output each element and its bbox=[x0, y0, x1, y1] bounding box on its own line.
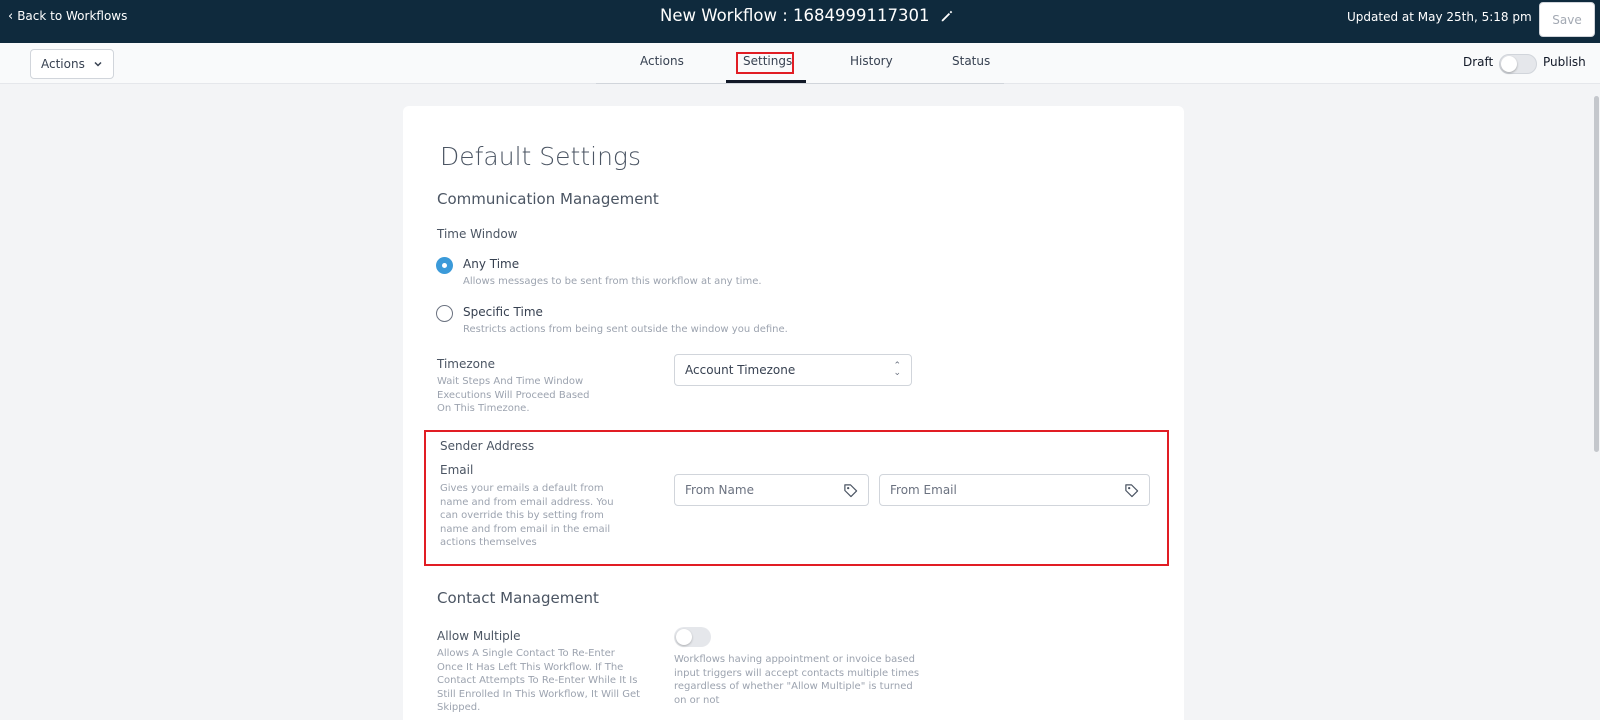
settings-tab-highlight bbox=[736, 52, 794, 74]
specific-time-label: Specific Time bbox=[463, 305, 543, 319]
save-button[interactable]: Save bbox=[1539, 2, 1595, 37]
toggle-knob bbox=[676, 629, 692, 645]
sender-address-heading: Sender Address bbox=[440, 439, 535, 453]
draft-label: Draft bbox=[1463, 55, 1494, 69]
chevron-left-icon: ‹ bbox=[8, 8, 14, 24]
email-desc-line: actions themselves bbox=[440, 537, 537, 548]
workflow-title-text: New Workflow : 1684999117301 bbox=[660, 6, 930, 25]
timezone-label: Timezone bbox=[437, 357, 495, 371]
timezone-desc: Wait Steps And Time Window Executions Wi… bbox=[437, 375, 590, 416]
timezone-desc-line: Wait Steps And Time Window bbox=[437, 376, 584, 387]
updown-chevron-icon: ⌃ ⌄ bbox=[893, 361, 901, 378]
any-time-desc: Allows messages to be sent from this wor… bbox=[463, 276, 762, 287]
timezone-desc-line: Executions Will Proceed Based bbox=[437, 389, 590, 401]
allow-multiple-desc-line: Skipped. bbox=[437, 702, 481, 713]
allow-multiple-note: Workflows having appointment or invoice … bbox=[674, 653, 919, 707]
actions-dropdown[interactable]: Actions bbox=[30, 49, 114, 79]
allow-multiple-note-line: regardless of whether "Allow Multiple" i… bbox=[674, 681, 913, 692]
back-label: Back to Workflows bbox=[17, 9, 128, 23]
email-desc-line: can override this by setting from bbox=[440, 510, 604, 521]
tab-history[interactable]: History bbox=[850, 54, 893, 68]
time-window-label: Time Window bbox=[437, 227, 518, 241]
timezone-select-value: Account Timezone bbox=[685, 363, 796, 377]
allow-multiple-toggle[interactable] bbox=[674, 627, 711, 647]
tag-icon[interactable] bbox=[843, 483, 858, 498]
from-name-input[interactable]: From Name bbox=[674, 474, 869, 506]
top-bar: ‹ Back to Workflows New Workflow : 16849… bbox=[0, 0, 1600, 43]
allow-multiple-desc-line: Allows A Single Contact To Re-Enter bbox=[437, 648, 615, 659]
edit-pencil-icon[interactable] bbox=[940, 9, 954, 23]
contact-management-heading: Contact Management bbox=[437, 589, 599, 607]
tab-actions[interactable]: Actions bbox=[640, 54, 684, 68]
timezone-desc-line: On This Timezone. bbox=[437, 403, 530, 414]
actions-dropdown-label: Actions bbox=[41, 57, 85, 71]
allow-multiple-label: Allow Multiple bbox=[437, 629, 521, 643]
tag-icon[interactable] bbox=[1124, 483, 1139, 498]
email-desc-line: name and from email in the email bbox=[440, 523, 611, 535]
allow-multiple-desc-line: Still Enrolled In This Workflow, It Will… bbox=[437, 688, 641, 700]
communication-heading: Communication Management bbox=[437, 190, 659, 208]
allow-multiple-note-line: Workflows having appointment or invoice … bbox=[674, 654, 915, 665]
radio-any-time[interactable] bbox=[436, 257, 453, 274]
allow-multiple-desc: Allows A Single Contact To Re-Enter Once… bbox=[437, 647, 640, 715]
allow-multiple-desc-line: Contact Attempts To Re-Enter While It Is bbox=[437, 675, 638, 686]
timezone-select[interactable]: Account Timezone ⌃ ⌄ bbox=[674, 354, 912, 386]
from-email-placeholder: From Email bbox=[890, 483, 957, 497]
updated-timestamp: Updated at May 25th, 5:18 pm bbox=[1347, 10, 1532, 24]
publish-label: Publish bbox=[1543, 55, 1586, 69]
radio-specific-time[interactable] bbox=[436, 305, 453, 322]
active-tab-underline bbox=[726, 80, 806, 83]
workflow-title: New Workflow : 1684999117301 bbox=[660, 6, 954, 25]
email-desc: Gives your emails a default from name an… bbox=[440, 482, 614, 550]
allow-multiple-note-line: input triggers will accept contacts mult… bbox=[674, 667, 920, 679]
back-to-workflows-link[interactable]: ‹ Back to Workflows bbox=[8, 9, 127, 23]
chevron-down-icon bbox=[94, 61, 102, 67]
email-desc-line: Gives your emails a default from bbox=[440, 483, 604, 494]
from-email-input[interactable]: From Email bbox=[879, 474, 1150, 506]
tab-status[interactable]: Status bbox=[952, 54, 990, 68]
email-desc-line: name and from email address. You bbox=[440, 496, 614, 508]
allow-multiple-desc-line: Once It Has Left This Workflow. If The bbox=[437, 661, 624, 673]
email-label: Email bbox=[440, 463, 474, 477]
specific-time-desc: Restricts actions from being sent outsid… bbox=[463, 324, 788, 335]
sub-bar: Actions Draft Publish bbox=[0, 43, 1600, 84]
page-title: Default Settings bbox=[440, 142, 641, 171]
any-time-label: Any Time bbox=[463, 257, 520, 271]
from-name-placeholder: From Name bbox=[685, 483, 754, 497]
publish-toggle[interactable] bbox=[1499, 54, 1537, 74]
allow-multiple-note-line: on or not bbox=[674, 694, 720, 706]
scrollbar-thumb[interactable] bbox=[1594, 96, 1599, 452]
toggle-knob bbox=[1501, 56, 1517, 72]
